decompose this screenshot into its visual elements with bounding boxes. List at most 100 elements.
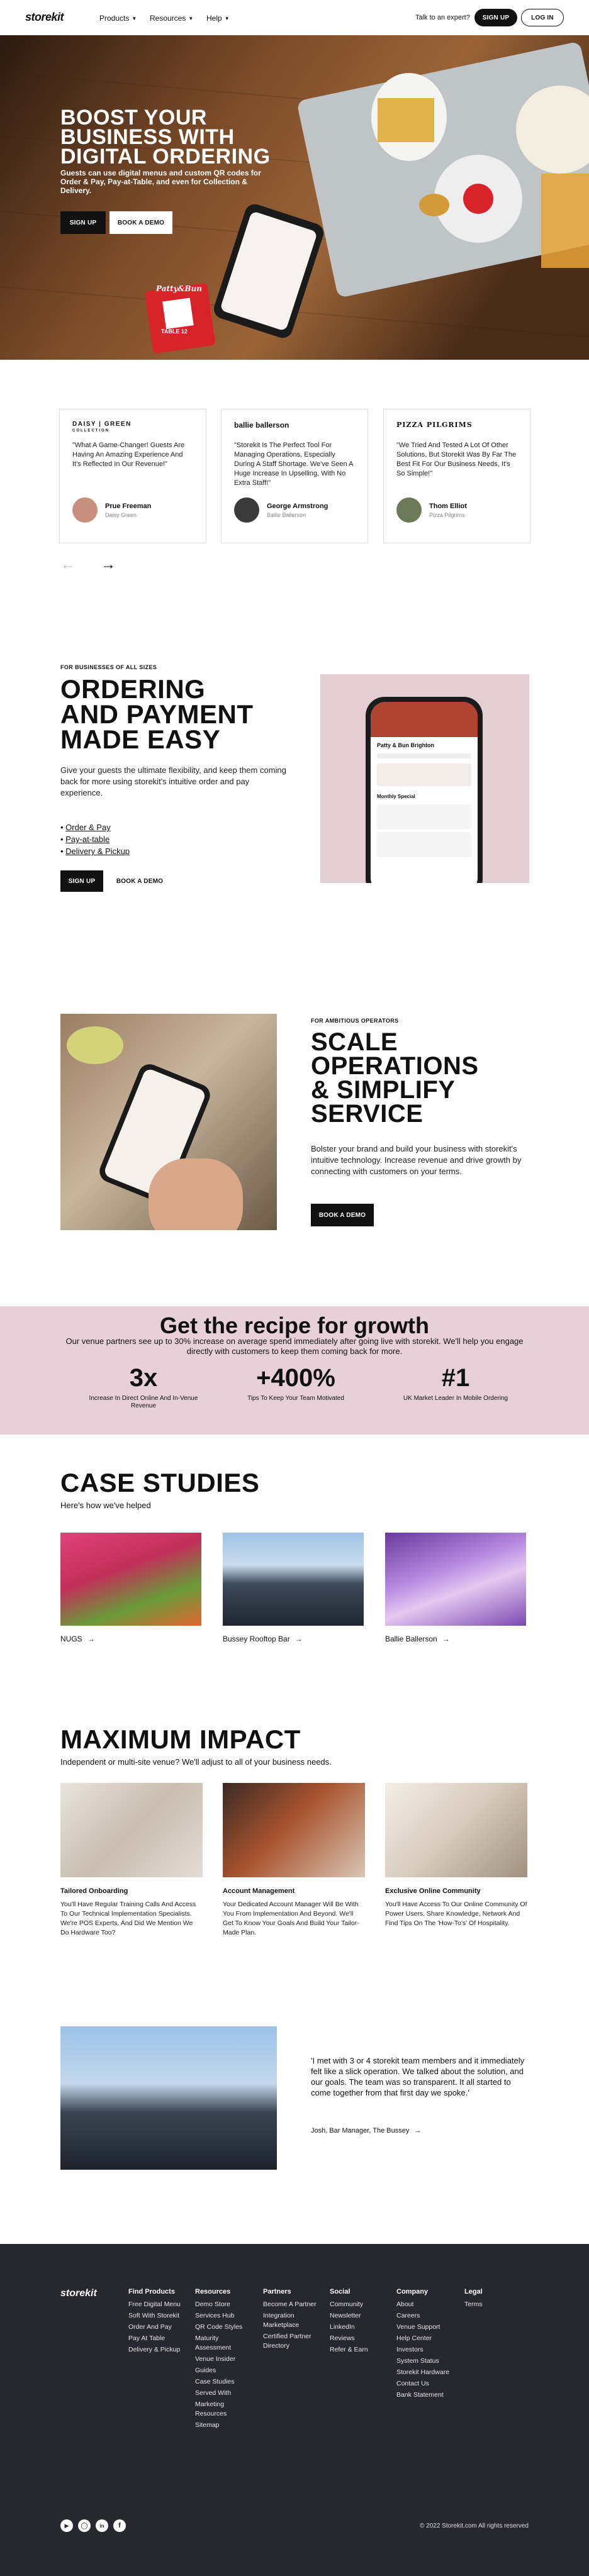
footer-link[interactable]: Careers: [396, 2311, 449, 2321]
person-role: Ballie Ballerson: [267, 511, 306, 518]
footer-link[interactable]: Pay At Table: [128, 2334, 181, 2343]
quote-text: 'I met with 3 or 4 storekit team members…: [311, 2056, 525, 2097]
footer-link[interactable]: Terms: [464, 2300, 483, 2309]
footer-link[interactable]: Case Studies: [195, 2377, 252, 2387]
ordering-phone-visual: Patty & Bun Brighton Monthly Special: [320, 674, 529, 883]
footer-link[interactable]: Investors: [396, 2345, 449, 2355]
footer-link[interactable]: Contact Us: [396, 2379, 449, 2389]
footer-link[interactable]: Served With: [195, 2389, 252, 2398]
scale-title-line: & SIMPLIFY: [311, 1076, 456, 1104]
bullet-item[interactable]: • Pay-at-table: [60, 833, 130, 845]
quote-attribution-link[interactable]: Josh, Bar Manager, The Bussey →: [311, 2127, 421, 2135]
bullet-delivery-pickup: Delivery & Pickup: [65, 847, 130, 856]
footer-link[interactable]: Reviews: [330, 2334, 368, 2343]
footer-link[interactable]: Newsletter: [330, 2311, 368, 2321]
bullet-item[interactable]: • Order & Pay: [60, 821, 130, 833]
footer-link[interactable]: Bank Statement: [396, 2390, 449, 2400]
phone-menu-item: [377, 832, 471, 857]
header-signup-button[interactable]: SIGN UP: [474, 9, 517, 26]
scale-title-line: SERVICE: [311, 1100, 424, 1128]
bullet-item[interactable]: • Delivery & Pickup: [60, 845, 130, 857]
testimonial-card: ballie ballerson "Storekit Is The Perfec…: [221, 409, 368, 543]
ordering-bullets: • Order & Pay • Pay-at-table • Delivery …: [60, 821, 130, 857]
ordering-signup-button[interactable]: SIGN UP: [60, 870, 103, 892]
footer-link[interactable]: QR Code Styles: [195, 2323, 252, 2332]
footer-link[interactable]: Order And Pay: [128, 2323, 181, 2332]
footer-link[interactable]: Certified Partner Directory: [263, 2332, 326, 2351]
footer-link[interactable]: Demo Store: [195, 2300, 252, 2309]
footer-link[interactable]: About: [396, 2300, 449, 2309]
facebook-icon[interactable]: f: [113, 2519, 126, 2532]
case-study-link[interactable]: Bussey Rooftop Bar →: [223, 1635, 364, 1643]
case-study-link[interactable]: Ballie Ballerson →: [385, 1635, 526, 1643]
header-login-button[interactable]: LOG IN: [521, 9, 564, 26]
footer-link[interactable]: Storekit Hardware: [396, 2368, 449, 2377]
avatar: [396, 497, 422, 523]
chevron-down-icon: ▼: [188, 15, 194, 21]
footer-link[interactable]: System Status: [396, 2357, 449, 2366]
footer-link[interactable]: Marketing Resources: [195, 2400, 252, 2419]
ordering-eyebrow: FOR BUSINESSES OF ALL SIZES: [60, 664, 157, 670]
footer-column: Find Products Free Digital Menu Soft Wit…: [128, 2288, 181, 2357]
scale-title-line: OPERATIONS: [311, 1052, 479, 1080]
storekit-logo[interactable]: storekit: [25, 11, 64, 24]
footer-logo[interactable]: storekit: [60, 2288, 97, 2299]
footer-heading: Resources: [195, 2288, 231, 2296]
nav-help[interactable]: Help ▼: [206, 14, 230, 23]
case-study-card[interactable]: NUGS →: [60, 1533, 201, 1643]
case-study-label: Ballie Ballerson: [385, 1635, 437, 1643]
ordering-title-line: AND PAYMENT: [60, 699, 254, 729]
youtube-icon[interactable]: ▶: [60, 2519, 73, 2532]
nav-resources-label: Resources: [150, 14, 186, 23]
case-study-image: [223, 1533, 364, 1626]
footer-link[interactable]: Refer & Earn: [330, 2345, 368, 2355]
impact-title: MAXIMUM IMPACT: [60, 1724, 301, 1754]
footer-link[interactable]: Guides: [195, 2366, 252, 2375]
brand-name: DAISY | GREEN: [72, 421, 132, 428]
phone-screen: Patty & Bun Brighton Monthly Special: [371, 702, 478, 883]
case-study-link[interactable]: NUGS →: [60, 1635, 201, 1643]
linkedin-icon[interactable]: in: [96, 2519, 108, 2532]
footer-link[interactable]: Free Digital Menu: [128, 2300, 181, 2309]
case-studies-title: CASE STUDIES: [60, 1468, 260, 1497]
hero-book-demo-button[interactable]: BOOK A DEMO: [109, 211, 172, 234]
talk-to-expert-link[interactable]: Talk to an expert?: [415, 14, 470, 21]
footer-link[interactable]: Sitemap: [195, 2421, 252, 2430]
brand-sub: COLLECTION: [72, 429, 109, 433]
footer-heading: Partners: [263, 2288, 291, 2296]
footer-link[interactable]: Services Hub: [195, 2311, 252, 2321]
footer-link[interactable]: Delivery & Pickup: [128, 2345, 181, 2355]
footer-link[interactable]: Community: [330, 2300, 368, 2309]
footer-link[interactable]: Integration Marketplace: [263, 2311, 326, 2330]
nav-resources[interactable]: Resources ▼: [150, 14, 193, 23]
footer-heading: Company: [396, 2288, 429, 2296]
ordering-book-demo-button[interactable]: BOOK A DEMO: [112, 870, 167, 892]
ordering-body: Give your guests the ultimate flexibilit…: [60, 765, 286, 797]
scale-book-demo-button[interactable]: BOOK A DEMO: [311, 1204, 374, 1226]
testimonial-brand: DAISY | GREEN COLLECTION: [72, 421, 193, 441]
growth-title: Get the recipe for growth: [159, 1313, 430, 1338]
footer-link[interactable]: Soft With Storekit: [128, 2311, 181, 2321]
footer-link[interactable]: Venue Insider: [195, 2355, 252, 2364]
arrow-right-icon: →: [414, 2127, 422, 2135]
footer-link[interactable]: LinkedIn: [330, 2323, 368, 2332]
carousel-prev-arrow-icon[interactable]: ←: [60, 557, 76, 572]
footer-link[interactable]: Become A Partner: [263, 2300, 326, 2309]
testimonial-brand: PIZZA PILGRIMS: [396, 421, 517, 441]
footer-link[interactable]: Maturity Assessment: [195, 2334, 252, 2353]
instagram-icon[interactable]: ◯: [78, 2519, 91, 2532]
carousel-next-arrow-icon[interactable]: →: [101, 557, 116, 572]
nav-products[interactable]: Products ▼: [99, 14, 137, 23]
phone-section-title: Monthly Special: [377, 794, 415, 799]
stat-value: +400%: [256, 1364, 335, 1392]
case-study-card[interactable]: Bussey Rooftop Bar →: [223, 1533, 364, 1643]
footer-link[interactable]: Help Center: [396, 2334, 449, 2343]
hero-signup-button[interactable]: SIGN UP: [60, 211, 106, 234]
growth-subtitle: Our venue partners see up to 30% increas…: [65, 1336, 524, 1356]
case-study-card[interactable]: Ballie Ballerson →: [385, 1533, 526, 1643]
testimonial-quote: "What A Game-Changer! Guests Are Having …: [72, 441, 185, 468]
table-card-label: TABLE 12: [161, 328, 188, 335]
footer-link[interactable]: Venue Support: [396, 2323, 449, 2332]
hero-title-line: DIGITAL ORDERING: [60, 145, 271, 169]
stat-label: UK Market Leader In Mobile Ordering: [403, 1395, 508, 1402]
